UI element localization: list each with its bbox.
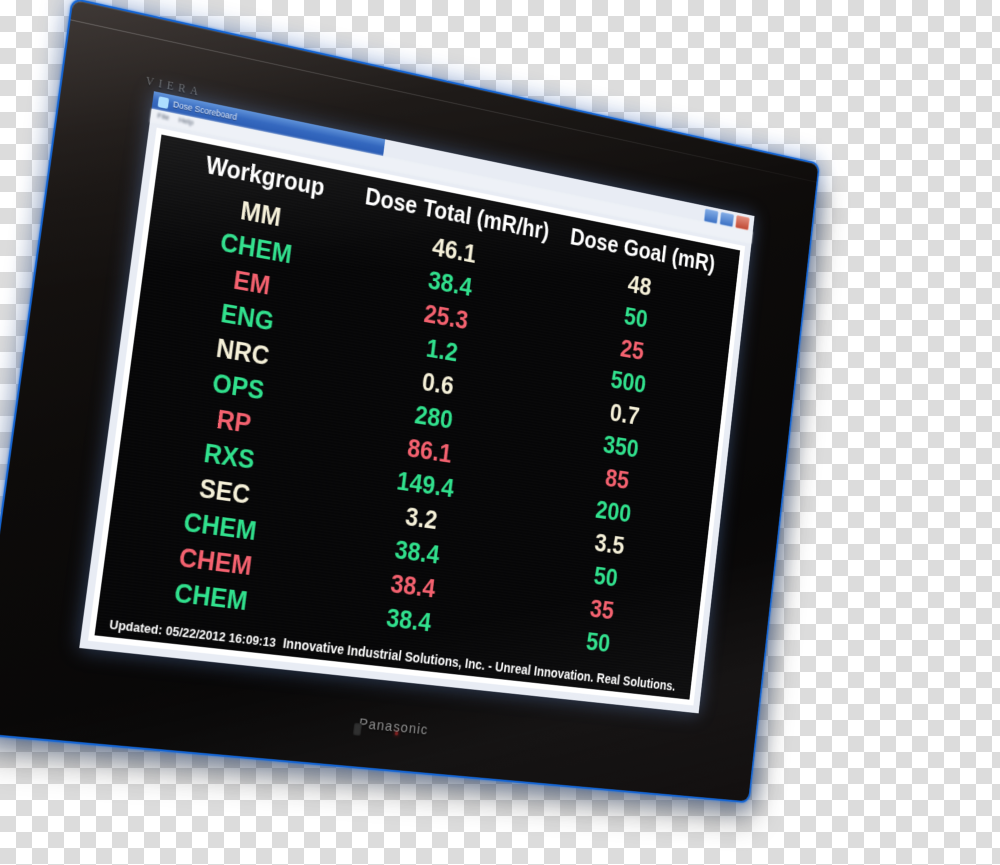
application-window[interactable]: Dose Scoreboard File Help Workgroup Dose… — [79, 91, 755, 714]
tv-bezel: VIERA Dose Scoreboard File Help Workgrou… — [0, 0, 819, 802]
app-icon — [157, 95, 170, 109]
dose-table: Workgroup Dose Total (mR/hr) Dose Goal (… — [112, 143, 729, 669]
menu-item-file[interactable]: File — [156, 111, 170, 126]
ir-sensor-icon — [352, 722, 363, 736]
menu-item-help[interactable]: Help — [177, 115, 194, 131]
photo-canvas: VIERA Dose Scoreboard File Help Workgrou… — [0, 0, 1000, 865]
updated-timestamp: Updated: 05/22/2012 16:09:13 — [108, 616, 277, 650]
television: VIERA Dose Scoreboard File Help Workgrou… — [0, 0, 833, 829]
